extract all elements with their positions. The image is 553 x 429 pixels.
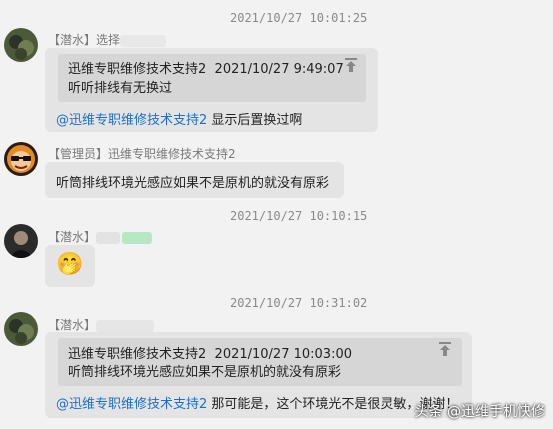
mention-link[interactable]: @迅维专职维修技术支持2 <box>56 397 207 412</box>
quote-text: 听听排线有无换过 <box>68 81 173 96</box>
avatar[interactable] <box>4 224 38 258</box>
quote-text: 听筒排线环境光感应如果不是原机的就没有原彩 <box>68 365 342 380</box>
pin-to-top-icon[interactable] <box>438 341 452 357</box>
avatar[interactable] <box>4 312 38 346</box>
mention-link[interactable]: @迅维专职维修技术支持2 <box>56 113 207 128</box>
timestamp: 2021/10/27 10:01:25 <box>230 11 368 25</box>
sender-name: 【潜水】 <box>48 228 153 245</box>
pin-to-top-icon[interactable] <box>344 57 358 73</box>
quote-header: 迅维专职维修技术支持2 2021/10/27 9:49:07 <box>68 62 344 77</box>
sender-name: 【管理员】迅维专职维修技术支持2 <box>48 147 236 161</box>
reply-text: @迅维专职维修技术支持2 那可能是，这个环境光不是很灵敏，谢谢！ <box>56 397 459 412</box>
sender-name: 【潜水】选择 <box>48 31 167 48</box>
sender-name: 【潜水】 <box>48 316 155 333</box>
reply-text: @迅维专职维修技术支持2 显示后置换过啊 <box>56 113 303 128</box>
watermark: 头条 @迅维手机快修 <box>414 404 545 420</box>
quote-header: 迅维专职维修技术支持2 2021/10/27 10:03:00 <box>68 347 352 362</box>
avatar[interactable] <box>4 142 38 176</box>
message-text: 听筒排线环境光感应如果不是原机的就没有原彩 <box>56 176 330 191</box>
avatar[interactable] <box>4 28 38 62</box>
timestamp: 2021/10/27 10:10:15 <box>230 209 368 223</box>
emoji-face-icon: 🤭 <box>56 252 84 277</box>
timestamp: 2021/10/27 10:31:02 <box>230 296 368 310</box>
